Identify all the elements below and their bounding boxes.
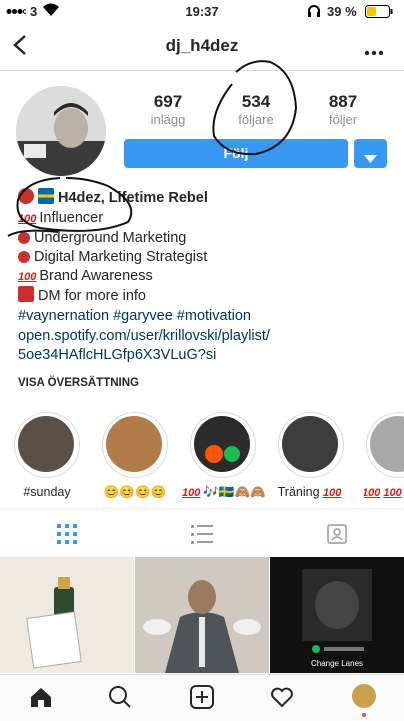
hundred-icon: 100 bbox=[383, 487, 402, 499]
highlight-label: 🎶🇸🇪🙈🙈 bbox=[203, 485, 266, 499]
highlight-training[interactable]: Träning 100 bbox=[276, 412, 346, 502]
annotation-overlay bbox=[7, 60, 298, 237]
highlight-partial[interactable]: 100100 bbox=[364, 412, 404, 502]
highlight-music[interactable]: 100 🎶🇸🇪🙈🙈 bbox=[182, 412, 266, 502]
hundred-icon: 100 bbox=[18, 271, 37, 283]
highlight-cover bbox=[18, 416, 74, 472]
bottom-navigation bbox=[0, 674, 404, 721]
bio-link[interactable]: open.spotify.com/user/krillovski/playlis… bbox=[18, 326, 270, 346]
grid-view-icon[interactable] bbox=[57, 524, 77, 549]
highlight-sunday[interactable]: #sunday bbox=[12, 412, 82, 502]
highlight-food[interactable]: 😊😊😊😊 bbox=[100, 412, 170, 502]
red-pin-icon bbox=[18, 251, 30, 263]
profile-tabs bbox=[0, 508, 404, 558]
highlight-cover bbox=[106, 416, 162, 472]
hundred-icon: 100 bbox=[182, 487, 201, 499]
headphones-icon bbox=[307, 4, 321, 20]
highlight-cover bbox=[282, 416, 338, 472]
notification-dot bbox=[362, 713, 366, 717]
bio-line: Digital Marketing Strategist bbox=[18, 247, 207, 267]
see-translation-button[interactable]: VISA ÖVERSÄTTNING bbox=[18, 377, 139, 389]
highlight-label: #sunday bbox=[23, 485, 71, 499]
post-thumbnail[interactable] bbox=[0, 557, 134, 673]
bio-hashtags[interactable]: #vaynernation #garyvee #motivation bbox=[18, 306, 251, 326]
post-caption: Change Lanes bbox=[310, 659, 364, 668]
bio-text: DM for more info bbox=[38, 288, 146, 304]
battery-percent: 39 % bbox=[327, 4, 357, 19]
home-icon[interactable] bbox=[29, 686, 53, 713]
bio-text: Brand Awareness bbox=[39, 268, 153, 284]
bio-text: Digital Marketing Strategist bbox=[34, 249, 208, 265]
activity-heart-icon[interactable] bbox=[270, 686, 294, 713]
highlight-cover bbox=[194, 416, 250, 472]
mailbox-icon bbox=[18, 286, 34, 302]
post-thumbnail[interactable]: Change Lanes bbox=[270, 557, 404, 673]
bio-line: 100 Brand Awareness bbox=[18, 266, 153, 287]
highlight-label: 😊😊😊😊 bbox=[103, 485, 167, 499]
bio-line: DM for more info bbox=[18, 286, 146, 306]
tagged-icon[interactable] bbox=[327, 522, 347, 549]
list-view-icon[interactable] bbox=[191, 524, 213, 549]
post-thumbnail[interactable] bbox=[135, 557, 269, 673]
bio-link-continued[interactable]: 5oe34HAflcHLGfp6X3VLuG?si bbox=[18, 345, 216, 365]
highlight-label: Träning bbox=[277, 485, 320, 499]
hundred-icon: 100 bbox=[364, 487, 381, 499]
profile-avatar-icon[interactable] bbox=[352, 684, 376, 708]
status-bar: 3 19:37 39 % bbox=[0, 0, 404, 22]
battery-icon bbox=[365, 5, 393, 21]
hundred-icon: 100 bbox=[323, 487, 342, 499]
search-icon[interactable] bbox=[108, 685, 132, 714]
new-post-icon[interactable] bbox=[190, 685, 214, 714]
